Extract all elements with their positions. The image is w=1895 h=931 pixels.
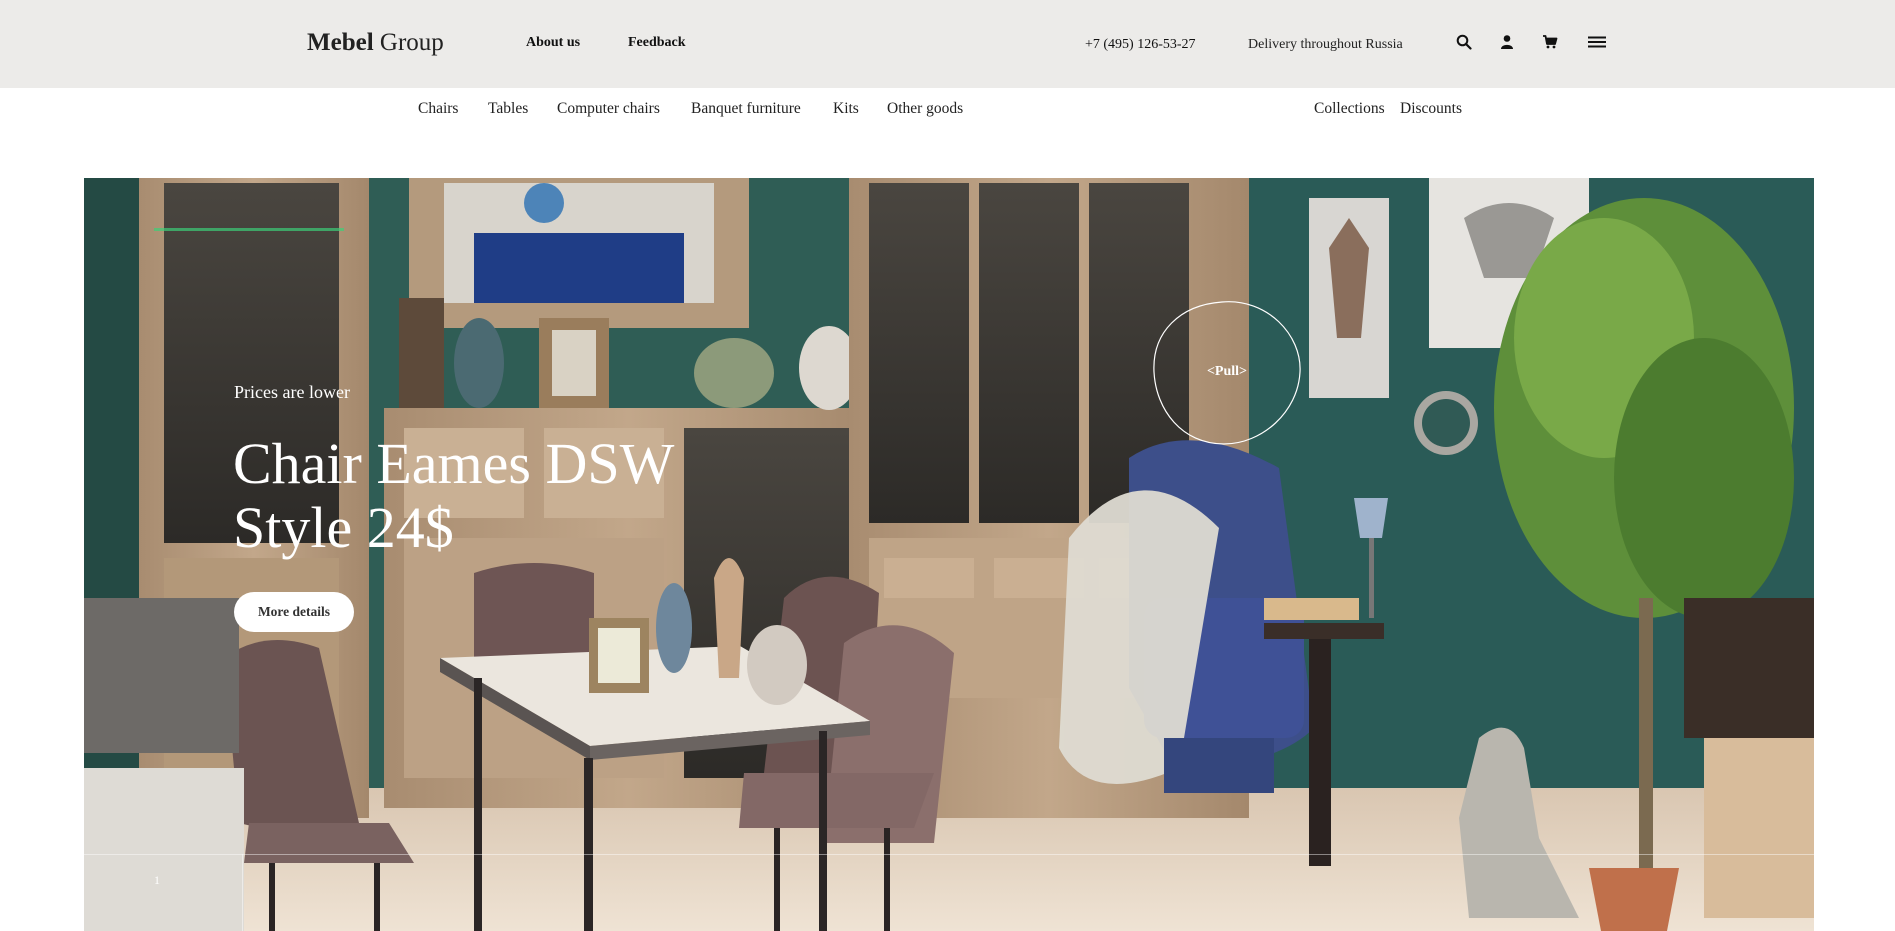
category-other-goods[interactable]: Other goods — [887, 100, 963, 118]
logo[interactable]: Mebel Group — [307, 29, 444, 57]
category-kits[interactable]: Kits — [833, 100, 859, 118]
category-banquet-furniture[interactable]: Banquet furniture — [691, 100, 801, 118]
pull-handle[interactable]: <Pull> — [1152, 300, 1302, 446]
more-details-button[interactable]: More details — [234, 592, 354, 632]
menu-icon[interactable] — [1587, 32, 1607, 52]
category-nav: Chairs Tables Computer chairs Banquet fu… — [0, 100, 1895, 122]
slider-divider-vertical — [242, 854, 243, 931]
slide-number: 1 — [154, 873, 160, 887]
category-computer-chairs[interactable]: Computer chairs — [557, 100, 660, 118]
top-header: Mebel Group About us Feedback +7 (495) 1… — [0, 0, 1895, 88]
category-chairs[interactable]: Chairs — [418, 100, 458, 118]
category-discounts[interactable]: Discounts — [1400, 100, 1462, 118]
logo-bold: Mebel — [307, 29, 374, 56]
cart-icon[interactable] — [1540, 32, 1560, 52]
search-icon[interactable] — [1454, 32, 1474, 52]
logo-thin: Group — [379, 29, 444, 56]
pull-label: <Pull> — [1206, 364, 1248, 379]
hero-slider: Prices are lower Chair Eames DSW Style 2… — [84, 178, 1814, 931]
slider-divider — [84, 854, 1814, 855]
category-tables[interactable]: Tables — [488, 100, 528, 118]
user-icon[interactable] — [1497, 32, 1517, 52]
category-collections[interactable]: Collections — [1314, 100, 1385, 118]
phone-number[interactable]: +7 (495) 126-53-27 — [1085, 37, 1196, 53]
delivery-note: Delivery throughout Russia — [1248, 37, 1403, 52]
hero-kicker: Prices are lower — [234, 382, 350, 402]
hero-title: Chair Eames DSW Style 24$ — [233, 431, 674, 560]
feedback-link[interactable]: Feedback — [628, 35, 686, 51]
about-us-link[interactable]: About us — [526, 35, 580, 51]
